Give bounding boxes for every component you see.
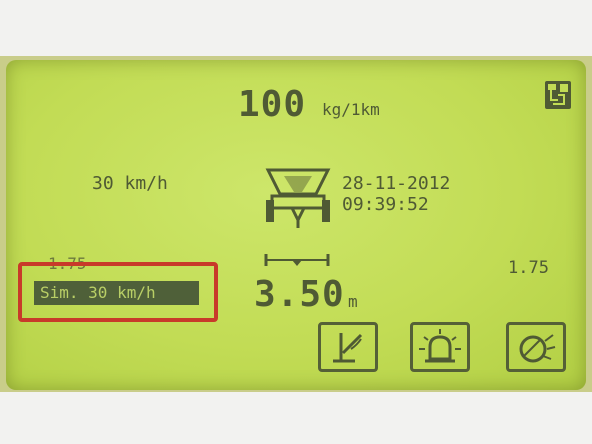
dose-rate-unit: kg/1km <box>322 100 380 119</box>
beacon-light-button[interactable] <box>410 322 470 372</box>
spread-lever-icon <box>333 333 363 363</box>
working-width-icon <box>264 254 330 266</box>
speed-readout: 30 km/h <box>92 173 168 194</box>
datetime-readout: 28-11-2012 09:39:52 <box>342 173 450 215</box>
sim-speed-highlight: Sim. 30 km/h <box>18 262 218 322</box>
working-width-unit: m <box>348 292 358 311</box>
time-value: 09:39:52 <box>342 194 429 215</box>
working-width-value: 3.50 <box>254 274 345 315</box>
worklight-icon <box>519 334 556 363</box>
date-value: 28-11-2012 <box>342 173 451 194</box>
right-width-value: 1.75 <box>508 258 549 278</box>
sim-speed-label[interactable]: Sim. 30 km/h <box>34 281 199 305</box>
dose-rate-value: 100 <box>238 84 307 125</box>
worklight-button[interactable] <box>506 322 566 372</box>
spread-lever-button[interactable] <box>318 322 378 372</box>
exit-menu-icon[interactable] <box>544 80 572 110</box>
lcd-screen: 100 kg/1km 30 km/h 28-11-2012 09:39:52 1… <box>6 60 586 390</box>
spreader-hopper-icon <box>265 168 331 228</box>
beacon-light-icon <box>419 329 461 363</box>
